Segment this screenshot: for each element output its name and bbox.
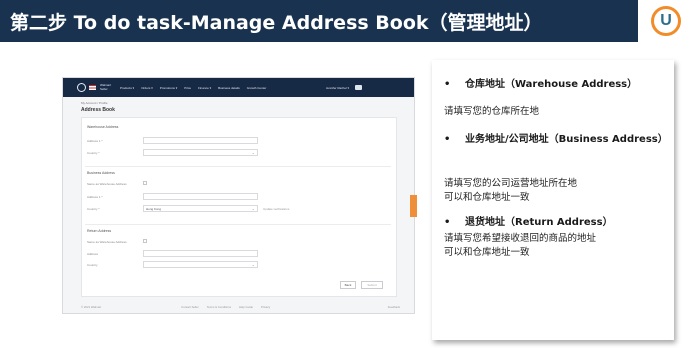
warehouse-address-input[interactable] xyxy=(143,137,258,144)
chevron-down-icon: ⌄ xyxy=(251,262,255,267)
field-label: Address 1 * xyxy=(87,195,103,199)
warehouse-section: Warehouse Address Address 1 * Country * … xyxy=(85,121,391,165)
chevron-down-icon: ⌄ xyxy=(251,206,255,211)
breadcrumb[interactable]: My Account / Profile xyxy=(81,101,108,105)
brand-label: Walmart Seller xyxy=(100,83,112,91)
business-address-input[interactable] xyxy=(143,193,258,200)
chevron-down-icon: ⌄ xyxy=(251,150,255,155)
return-country-select[interactable]: ⌄ xyxy=(143,261,258,268)
app-brand[interactable]: Walmart Seller xyxy=(77,83,114,92)
app-footer: © 2021 Walmart Contact Seller Terms & Co… xyxy=(63,300,414,313)
feedback-side-tab[interactable] xyxy=(410,195,417,217)
footer-link[interactable]: Help Guide xyxy=(239,305,253,309)
field-label: Country * xyxy=(87,207,100,211)
user-menu[interactable]: Jennifer Rachel ▾ xyxy=(326,86,349,90)
footer-link[interactable]: Terms & Conditions xyxy=(207,305,231,309)
note-desc-return: 请填写您希望接收退回的商品的地址 可以和仓库地址一致 xyxy=(444,233,597,258)
nav-growth-center[interactable]: Growth Center xyxy=(247,86,267,90)
bullet-icon: • xyxy=(444,79,451,90)
note-desc-warehouse: 请填写您的仓库所在地 xyxy=(444,106,540,117)
same-as-warehouse-checkbox[interactable] xyxy=(143,239,147,243)
section-title: Return Address xyxy=(87,229,112,233)
checkbox-label: Same as Warehouse Address xyxy=(87,240,127,244)
footer-link[interactable]: Contact Seller xyxy=(181,305,199,309)
note-desc-business: 请填写您的公司运营地址所在地 可以和仓库地址一致 xyxy=(444,178,578,203)
field-label: Country xyxy=(87,263,98,267)
submit-button[interactable]: Submit xyxy=(361,281,383,289)
update-verifications-link[interactable]: Update verifications xyxy=(263,207,289,211)
annotation-card: • 仓库地址（Warehouse Address） 请填写您的仓库所在地 • 业… xyxy=(432,60,674,340)
return-address-input[interactable] xyxy=(143,250,258,257)
business-country-select[interactable]: Hong Kong ⌄ xyxy=(143,205,258,212)
us-flag-icon xyxy=(89,85,96,90)
nav-orders[interactable]: Orders ▾ xyxy=(141,86,153,90)
page-title: Address Book xyxy=(81,107,115,113)
nav-price[interactable]: Price xyxy=(184,86,191,90)
feedback-link[interactable]: Feedback xyxy=(388,305,400,309)
bullet-icon: • xyxy=(444,217,451,228)
slide-title: 第二步 To do task-Manage Address Book（管理地址） xyxy=(10,11,543,34)
top-nav: Walmart Seller Products ▾ Orders ▾ Promo… xyxy=(63,78,414,97)
field-label: Country * xyxy=(87,151,100,155)
business-section: Business Address Same as Warehouse Addre… xyxy=(85,166,391,223)
warehouse-country-select[interactable]: ⌄ xyxy=(143,149,258,156)
walmart-spark-icon xyxy=(77,83,86,92)
same-as-warehouse-checkbox[interactable] xyxy=(143,181,147,185)
slide-title-bar: 第二步 To do task-Manage Address Book（管理地址） xyxy=(0,0,638,42)
nav-promotions[interactable]: Promotions ▾ xyxy=(160,86,178,90)
nav-finance[interactable]: Finance ▾ xyxy=(198,86,211,90)
nav-business-details[interactable]: Business details xyxy=(218,86,240,90)
note-heading-warehouse: • 仓库地址（Warehouse Address） xyxy=(444,79,638,90)
embedded-app-screenshot: Walmart Seller Products ▾ Orders ▾ Promo… xyxy=(62,77,415,314)
nav-products[interactable]: Products ▾ xyxy=(120,86,134,90)
note-heading-business: • 业务地址/公司地址（Business Address） xyxy=(444,134,668,145)
address-book-card: Warehouse Address Address 1 * Country * … xyxy=(81,117,397,297)
logo-letter: U xyxy=(660,12,672,29)
field-label: Address xyxy=(87,252,99,256)
nav-right: Jennifer Rachel ▾ xyxy=(326,85,362,90)
copyright: © 2021 Walmart xyxy=(81,304,102,309)
back-button[interactable]: Back xyxy=(340,281,356,289)
bullet-icon: • xyxy=(444,134,451,145)
section-title: Business Address xyxy=(87,171,115,175)
footer-links: Contact Seller Terms & Conditions Help G… xyxy=(181,305,270,309)
brand-logo-icon: U xyxy=(651,6,681,36)
section-title: Warehouse Address xyxy=(87,125,119,129)
field-label: Address 1 * xyxy=(87,139,103,143)
footer-link[interactable]: Privacy xyxy=(261,305,270,309)
selected-country: Hong Kong xyxy=(146,207,162,211)
message-icon[interactable] xyxy=(355,85,362,90)
checkbox-label: Same as Warehouse Address xyxy=(87,182,127,186)
note-heading-return: • 退货地址（Return Address） xyxy=(444,217,613,228)
return-section: Return Address Same as Warehouse Address… xyxy=(85,224,391,275)
